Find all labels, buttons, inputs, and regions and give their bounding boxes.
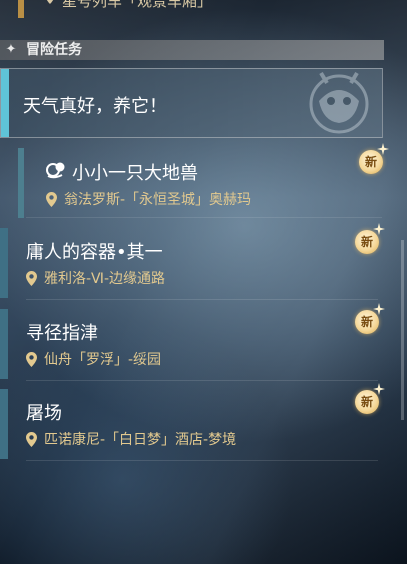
sub-task-title: 小小一只大地兽 [72,163,198,184]
task-bar [0,309,8,379]
diamond-icon: ✦ [5,42,17,57]
sub-task-bar [18,148,24,218]
task-title: 庸人的容器•其一 [26,242,163,263]
task-item[interactable]: 庸人的容器•其一 雅利洛-Ⅵ-边缘通路 [0,228,380,300]
new-badge: 新 [357,143,389,176]
divider [26,217,382,218]
creature-quest-icon [46,162,65,179]
sparkle-icon [377,143,389,155]
sparkle-icon [373,383,385,395]
sub-task-item[interactable]: 小小一只大地兽 翁法罗斯-「永恒圣城」奥赫玛 [18,148,382,218]
sparkle-icon [373,303,385,315]
task-item[interactable]: 屠场 匹诺康尼-「白日梦」酒店-梦境 [0,389,380,461]
location-text: 仙舟「罗浮」-绥园 [44,352,162,368]
location-text: 匹诺康尼-「白日梦」酒店-梦境 [44,432,237,448]
location-text: 雅利洛-Ⅵ-边缘通路 [44,271,166,287]
task-title: 屠场 [26,403,62,424]
task-group-selected[interactable]: 天气真好，养它！ [0,68,383,138]
new-badge: 新 [353,223,385,256]
new-badge: 新 [353,303,385,336]
selected-accent-bar [1,69,9,137]
task-item[interactable]: 寻径指津 仙舟「罗浮」-绥园 [0,309,380,381]
task-group-title: 天气真好，养它！ [23,96,167,117]
companion-emblem-icon [309,71,369,134]
sparkle-icon [373,223,385,235]
divider [26,460,378,461]
section-title: 冒险任务 [26,42,82,58]
task-title: 寻径指津 [26,323,98,344]
new-badge: 新 [353,383,385,416]
task-bar [0,228,8,298]
previous-task-location: 星号列车「观景车厢」 [62,0,213,10]
location-pin-icon [26,271,37,286]
divider [26,380,378,381]
location-pin-icon [26,352,37,367]
location-pin-icon [46,0,54,4]
scrollbar[interactable] [401,240,404,420]
divider [26,299,378,300]
location-pin-icon [46,192,57,207]
previous-task-partial[interactable]: 星号列车「观景车厢」 [0,0,407,22]
location-text: 翁法罗斯-「永恒圣城」奥赫玛 [64,192,252,208]
task-marker-bar [18,0,24,18]
section-header-adventure: ✦ 冒险任务 [0,40,384,60]
location-pin-icon [26,432,37,447]
task-bar [0,389,8,459]
